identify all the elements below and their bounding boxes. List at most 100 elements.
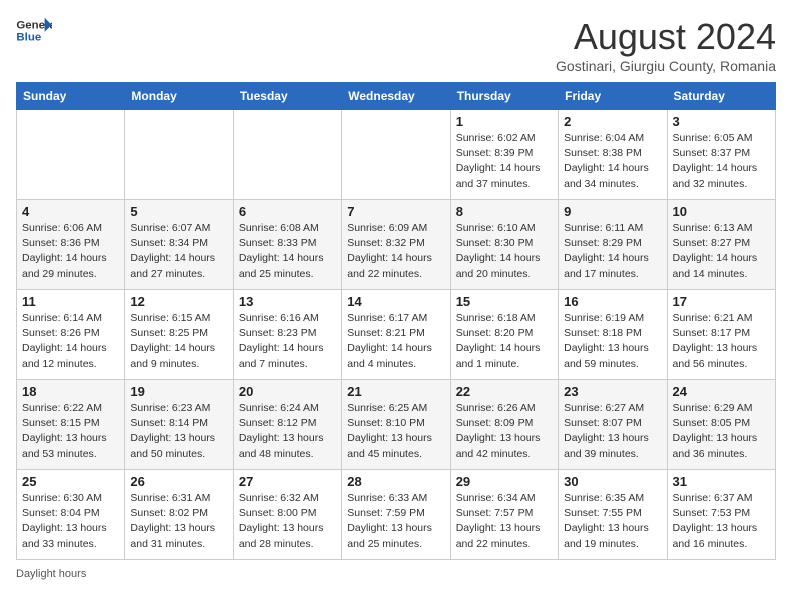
cell-sun-info: Sunrise: 6:35 AMSunset: 7:55 PMDaylight:… — [564, 491, 661, 552]
cell-day-number: 8 — [456, 204, 553, 219]
title-area: August 2024 Gostinari, Giurgiu County, R… — [556, 16, 776, 74]
cell-sun-info: Sunrise: 6:15 AMSunset: 8:25 PMDaylight:… — [130, 311, 227, 372]
calendar-cell: 7 Sunrise: 6:09 AMSunset: 8:32 PMDaylight… — [342, 200, 450, 290]
cell-day-number: 22 — [456, 384, 553, 399]
cell-sun-info: Sunrise: 6:02 AMSunset: 8:39 PMDaylight:… — [456, 131, 553, 192]
calendar-cell: 10 Sunrise: 6:13 AMSunset: 8:27 PMDayligh… — [667, 200, 775, 290]
cell-day-number: 21 — [347, 384, 444, 399]
calendar-cell: 14Sunrise: 6:17 AMSunset: 8:21 PMDayligh… — [342, 290, 450, 380]
cell-day-number: 12 — [130, 294, 227, 309]
dow-header-saturday: Saturday — [667, 83, 775, 110]
cell-day-number: 20 — [239, 384, 336, 399]
cell-sun-info: Sunrise: 6:11 AMSunset: 8:29 PMDaylight:… — [564, 221, 661, 282]
cell-day-number: 11 — [22, 294, 119, 309]
cell-sun-info: Sunrise: 6:17 AMSunset: 8:21 PMDaylight:… — [347, 311, 444, 372]
cell-day-number: 27 — [239, 474, 336, 489]
calendar-cell: 28Sunrise: 6:33 AMSunset: 7:59 PMDayligh… — [342, 470, 450, 560]
cell-sun-info: Sunrise: 6:34 AMSunset: 7:57 PMDaylight:… — [456, 491, 553, 552]
calendar-cell — [342, 110, 450, 200]
cell-sun-info: Sunrise: 6:09 AMSunset: 8:32 PMDaylight:… — [347, 221, 444, 282]
calendar-cell: 16Sunrise: 6:19 AMSunset: 8:18 PMDayligh… — [559, 290, 667, 380]
cell-day-number: 1 — [456, 114, 553, 129]
calendar-cell: 31 Sunrise: 6:37 AMSunset: 7:53 PMDayligh… — [667, 470, 775, 560]
calendar-cell: 20 Sunrise: 6:24 AMSunset: 8:12 PMDayligh… — [233, 380, 341, 470]
calendar-cell: 17 Sunrise: 6:21 AMSunset: 8:17 PMDayligh… — [667, 290, 775, 380]
cell-day-number: 17 — [673, 294, 770, 309]
page-header: General Blue August 2024 Gostinari, Giur… — [16, 16, 776, 74]
calendar-cell: 18 Sunrise: 6:22 AMSunset: 8:15 PMDayligh… — [17, 380, 125, 470]
cell-day-number: 25 — [22, 474, 119, 489]
cell-sun-info: Sunrise: 6:18 AMSunset: 8:20 PMDaylight:… — [456, 311, 553, 372]
calendar-cell: 11 Sunrise: 6:14 AMSunset: 8:26 PMDayligh… — [17, 290, 125, 380]
calendar-cell: 3Sunrise: 6:05 AMSunset: 8:37 PMDaylight… — [667, 110, 775, 200]
cell-sun-info: Sunrise: 6:27 AMSunset: 8:07 PMDaylight:… — [564, 401, 661, 462]
calendar-cell: 15Sunrise: 6:18 AMSunset: 8:20 PMDayligh… — [450, 290, 558, 380]
cell-sun-info: Sunrise: 6:08 AMSunset: 8:33 PMDaylight:… — [239, 221, 336, 282]
cell-sun-info: Sunrise: 6:13 AMSunset: 8:27 PMDaylight:… — [673, 221, 770, 282]
cell-sun-info: Sunrise: 6:30 AMSunset: 8:04 PMDaylight:… — [22, 491, 119, 552]
month-year-title: August 2024 — [556, 16, 776, 58]
calendar-cell: 1 Sunrise: 6:02 AMSunset: 8:39 PMDaylight… — [450, 110, 558, 200]
location-subtitle: Gostinari, Giurgiu County, Romania — [556, 58, 776, 74]
cell-day-number: 23 — [564, 384, 661, 399]
calendar-cell: 6 Sunrise: 6:08 AMSunset: 8:33 PMDaylight… — [233, 200, 341, 290]
calendar-cell: 29 Sunrise: 6:34 AMSunset: 7:57 PMDayligh… — [450, 470, 558, 560]
dow-header-wednesday: Wednesday — [342, 83, 450, 110]
dow-header-thursday: Thursday — [450, 83, 558, 110]
cell-sun-info: Sunrise: 6:22 AMSunset: 8:15 PMDaylight:… — [22, 401, 119, 462]
calendar-cell: 12 Sunrise: 6:15 AMSunset: 8:25 PMDayligh… — [125, 290, 233, 380]
general-blue-logo-icon: General Blue — [16, 16, 52, 46]
cell-day-number: 19 — [130, 384, 227, 399]
calendar-week-row: 4 Sunrise: 6:06 AMSunset: 8:36 PMDaylight… — [17, 200, 776, 290]
svg-text:Blue: Blue — [16, 32, 41, 44]
cell-sun-info: Sunrise: 6:21 AMSunset: 8:17 PMDaylight:… — [673, 311, 770, 372]
calendar-cell — [17, 110, 125, 200]
cell-sun-info: Sunrise: 6:19 AMSunset: 8:18 PMDaylight:… — [564, 311, 661, 372]
cell-day-number: 13 — [239, 294, 336, 309]
calendar-week-row: 11 Sunrise: 6:14 AMSunset: 8:26 PMDayligh… — [17, 290, 776, 380]
cell-sun-info: Sunrise: 6:25 AMSunset: 8:10 PMDaylight:… — [347, 401, 444, 462]
cell-day-number: 29 — [456, 474, 553, 489]
cell-day-number: 9 — [564, 204, 661, 219]
calendar-cell: 13Sunrise: 6:16 AMSunset: 8:23 PMDayligh… — [233, 290, 341, 380]
cell-sun-info: Sunrise: 6:24 AMSunset: 8:12 PMDaylight:… — [239, 401, 336, 462]
cell-sun-info: Sunrise: 6:14 AMSunset: 8:26 PMDaylight:… — [22, 311, 119, 372]
calendar-cell: 8Sunrise: 6:10 AMSunset: 8:30 PMDaylight… — [450, 200, 558, 290]
cell-sun-info: Sunrise: 6:26 AMSunset: 8:09 PMDaylight:… — [456, 401, 553, 462]
dow-header-monday: Monday — [125, 83, 233, 110]
daylight-hours-label: Daylight hours — [16, 568, 86, 580]
cell-day-number: 24 — [673, 384, 770, 399]
calendar-cell: 9 Sunrise: 6:11 AMSunset: 8:29 PMDaylight… — [559, 200, 667, 290]
cell-day-number: 18 — [22, 384, 119, 399]
calendar-body: 1 Sunrise: 6:02 AMSunset: 8:39 PMDaylight… — [17, 110, 776, 560]
calendar-table: SundayMondayTuesdayWednesdayThursdayFrid… — [16, 82, 776, 560]
cell-day-number: 4 — [22, 204, 119, 219]
calendar-week-row: 25 Sunrise: 6:30 AMSunset: 8:04 PMDayligh… — [17, 470, 776, 560]
cell-sun-info: Sunrise: 6:29 AMSunset: 8:05 PMDaylight:… — [673, 401, 770, 462]
dow-header-friday: Friday — [559, 83, 667, 110]
cell-sun-info: Sunrise: 6:31 AMSunset: 8:02 PMDaylight:… — [130, 491, 227, 552]
cell-day-number: 30 — [564, 474, 661, 489]
calendar-cell: 5 Sunrise: 6:07 AMSunset: 8:34 PMDaylight… — [125, 200, 233, 290]
cell-day-number: 5 — [130, 204, 227, 219]
cell-sun-info: Sunrise: 6:06 AMSunset: 8:36 PMDaylight:… — [22, 221, 119, 282]
cell-day-number: 26 — [130, 474, 227, 489]
cell-day-number: 6 — [239, 204, 336, 219]
cell-sun-info: Sunrise: 6:33 AMSunset: 7:59 PMDaylight:… — [347, 491, 444, 552]
calendar-cell: 26 Sunrise: 6:31 AMSunset: 8:02 PMDayligh… — [125, 470, 233, 560]
day-of-week-header-row: SundayMondayTuesdayWednesdayThursdayFrid… — [17, 83, 776, 110]
logo: General Blue — [16, 16, 52, 46]
cell-sun-info: Sunrise: 6:23 AMSunset: 8:14 PMDaylight:… — [130, 401, 227, 462]
cell-sun-info: Sunrise: 6:37 AMSunset: 7:53 PMDaylight:… — [673, 491, 770, 552]
footer-note: Daylight hours — [16, 568, 776, 580]
cell-sun-info: Sunrise: 6:32 AMSunset: 8:00 PMDaylight:… — [239, 491, 336, 552]
cell-day-number: 10 — [673, 204, 770, 219]
cell-sun-info: Sunrise: 6:04 AMSunset: 8:38 PMDaylight:… — [564, 131, 661, 192]
calendar-cell: 22 Sunrise: 6:26 AMSunset: 8:09 PMDayligh… — [450, 380, 558, 470]
calendar-cell: 27 Sunrise: 6:32 AMSunset: 8:00 PMDayligh… — [233, 470, 341, 560]
cell-day-number: 31 — [673, 474, 770, 489]
cell-sun-info: Sunrise: 6:07 AMSunset: 8:34 PMDaylight:… — [130, 221, 227, 282]
calendar-cell: 21 Sunrise: 6:25 AMSunset: 8:10 PMDayligh… — [342, 380, 450, 470]
calendar-cell: 25 Sunrise: 6:30 AMSunset: 8:04 PMDayligh… — [17, 470, 125, 560]
cell-day-number: 7 — [347, 204, 444, 219]
